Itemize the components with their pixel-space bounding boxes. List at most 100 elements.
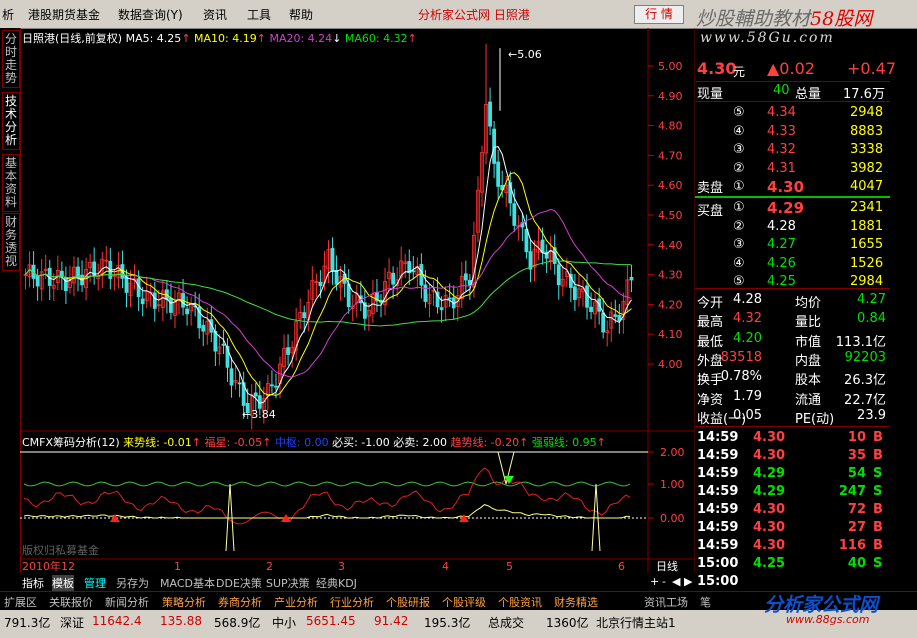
toolbar-macd[interactable]: MACD基本 — [160, 575, 215, 591]
watermark-url: www.58Gu.com — [700, 30, 835, 46]
bid-row[interactable]: ② 4.28 1881 — [695, 218, 890, 236]
toolbar-indicator[interactable]: 指标 — [22, 575, 44, 591]
tab-stock-news[interactable]: 个股资讯 — [498, 594, 542, 610]
stat-value: 23.9 — [857, 407, 886, 423]
tab-intraday[interactable]: 分时走势 — [2, 30, 20, 88]
tab-pen[interactable]: 笔 — [700, 594, 711, 610]
scroll-left-button[interactable]: ◀ — [672, 575, 680, 588]
tick-time: 14:59 — [697, 466, 739, 481]
ask-level: ① — [733, 179, 745, 194]
separator — [695, 426, 890, 427]
ask-price: 4.32 — [767, 142, 796, 157]
tick-volume: 27 — [847, 520, 866, 535]
toolbar-manage[interactable]: 管理 — [84, 575, 106, 591]
price-tick-label: 4.90 — [658, 90, 683, 103]
status-total-label: 总成交 — [488, 616, 525, 630]
kline-chart-svg[interactable]: 5.00 4.90 4.80 4.70 4.60 4.50 4.40 4.30 4.20 4.10… — [20, 28, 695, 573]
menu-item-help[interactable]: 帮助 — [289, 6, 313, 23]
candle-body — [488, 101, 492, 127]
tick-time: 14:59 — [697, 502, 739, 517]
indicator-toolbar: 指标 模板 管理 另存为 MACD基本 DDE决策 SUP决策 经典KDJ + … — [20, 573, 695, 591]
tab-rating[interactable]: 个股评级 — [442, 594, 486, 610]
status-sz-amount: 568.9亿 — [214, 616, 261, 630]
tab-finance-select[interactable]: 财务精选 — [554, 594, 598, 610]
stat-value: 26.3亿 — [844, 373, 886, 389]
stat-value: 0.84 — [857, 311, 886, 327]
tab-industry-chain[interactable]: 产业分析 — [274, 594, 318, 610]
menu-item-news[interactable]: 资讯 — [203, 6, 227, 23]
tick-row[interactable]: 14:59 4.30 10 B — [695, 429, 890, 447]
toolbar-sup[interactable]: SUP决策 — [266, 575, 310, 591]
tab-news-workshop[interactable]: 资讯工场 — [644, 594, 688, 610]
bid-volume: 1526 — [850, 255, 884, 271]
brand-title: 分析家公式网 日照港 — [418, 8, 530, 22]
menu-item-analysis[interactable]: 析 — [2, 6, 14, 23]
stat-label: 市值 — [795, 334, 822, 350]
tab-fundamentals[interactable]: 基本资料 — [2, 154, 20, 212]
ask-row[interactable]: ③ 4.32 3338 — [695, 141, 890, 159]
ask-level: ④ — [733, 123, 745, 139]
candle-body — [601, 312, 606, 333]
tab-related-quotes[interactable]: 关联报价 — [49, 594, 93, 610]
ask-row[interactable]: ② 4.31 3982 — [695, 160, 890, 178]
indicator-tick-label: 1.00 — [660, 478, 685, 491]
candle-body — [140, 298, 145, 305]
ask-price: 4.30 — [767, 178, 805, 196]
stat-row: 最高 4.32 量比 0.84 — [695, 310, 890, 330]
ask-row[interactable]: ① 4.30 4047 — [695, 178, 890, 196]
price-tick-label: 5.00 — [658, 60, 683, 73]
menu-item-tools[interactable]: 工具 — [247, 6, 271, 23]
tab-broker[interactable]: 券商分析 — [218, 594, 262, 610]
ask-row[interactable]: ④ 4.33 8883 — [695, 123, 890, 141]
price-tick-label: 4.50 — [658, 209, 683, 222]
bid-row[interactable]: ③ 4.27 1655 — [695, 236, 890, 254]
tick-row[interactable]: 15:00 4.25 40 S — [695, 555, 890, 573]
price-change: ▲0.02 — [767, 59, 815, 78]
tab-strategy[interactable]: 策略分析 — [162, 594, 206, 610]
toolbar-kdj[interactable]: 经典KDJ — [316, 575, 357, 591]
tick-row[interactable]: 14:59 4.30 116 B — [695, 537, 890, 555]
watermark-text-b: 58股网 — [810, 8, 873, 30]
toolbar-save-as[interactable]: 另存为 — [116, 575, 149, 591]
tab-research[interactable]: 个股研报 — [386, 594, 430, 610]
scroll-right-button[interactable]: ▶ — [684, 575, 692, 588]
candle-body — [492, 128, 497, 164]
tab-financials[interactable]: 财务透视 — [2, 213, 20, 271]
price-tick-label: 4.40 — [658, 239, 683, 252]
tab-sector[interactable]: 行业分析 — [330, 594, 374, 610]
bid-row[interactable]: ④ 4.26 1526 — [695, 255, 890, 273]
status-sme-change: 91.42 — [374, 614, 409, 628]
indicator-bull: 福星: -0.05 — [204, 436, 263, 449]
bid-price: 4.27 — [767, 237, 796, 252]
tab-news-analysis[interactable]: 新闻分析 — [105, 594, 149, 610]
tick-row[interactable]: 14:59 4.29 54 S — [695, 465, 890, 483]
bid-row[interactable]: ① 4.29 2341 — [695, 199, 890, 217]
status-total-value: 1360亿 — [546, 616, 589, 630]
indicator-legend: CMFX筹码分析(12) 来势线: -0.01↑ 福星: -0.05↑ 中枢: … — [22, 434, 606, 450]
quote-button[interactable]: 行 情 — [634, 5, 684, 24]
toolbar-template[interactable]: 模板 — [52, 575, 74, 591]
tab-expand[interactable]: 扩展区 — [4, 594, 37, 610]
tick-row[interactable]: 14:59 4.30 72 B — [695, 501, 890, 519]
candle-body — [229, 368, 234, 386]
stat-label: PE(动) — [795, 411, 835, 427]
candles — [23, 43, 634, 430]
tick-row[interactable]: 14:59 4.30 35 B — [695, 447, 890, 465]
zoom-out-button[interactable]: - — [662, 575, 666, 588]
legend-ma60: MA60: 4.32 — [344, 32, 408, 45]
zoom-in-button[interactable]: + — [650, 575, 659, 588]
kline-chart-area[interactable]: 5.00 4.90 4.80 4.70 4.60 4.50 4.40 4.30 4.20 4.10… — [20, 28, 695, 573]
tick-volume: 40 — [847, 556, 866, 571]
tick-row[interactable]: 14:59 4.30 27 B — [695, 519, 890, 537]
stat-value: 0.78% — [720, 369, 762, 385]
tab-technical[interactable]: 技术分析 — [2, 92, 20, 150]
toolbar-dde[interactable]: DDE决策 — [216, 575, 262, 591]
last-price: 4.30 — [697, 59, 737, 78]
status-sz-index: 11642.4 — [92, 614, 142, 628]
menu-item-data-query[interactable]: 数据查询(Y) — [118, 6, 183, 23]
tick-row[interactable]: 14:59 4.29 247 S — [695, 483, 890, 501]
stat-label: 流通 — [795, 392, 822, 408]
menu-item-hk-futures[interactable]: 港股期货基金 — [28, 6, 100, 23]
ma10-line — [25, 172, 632, 396]
ask-row[interactable]: ⑤ 4.34 2948 — [695, 104, 890, 122]
